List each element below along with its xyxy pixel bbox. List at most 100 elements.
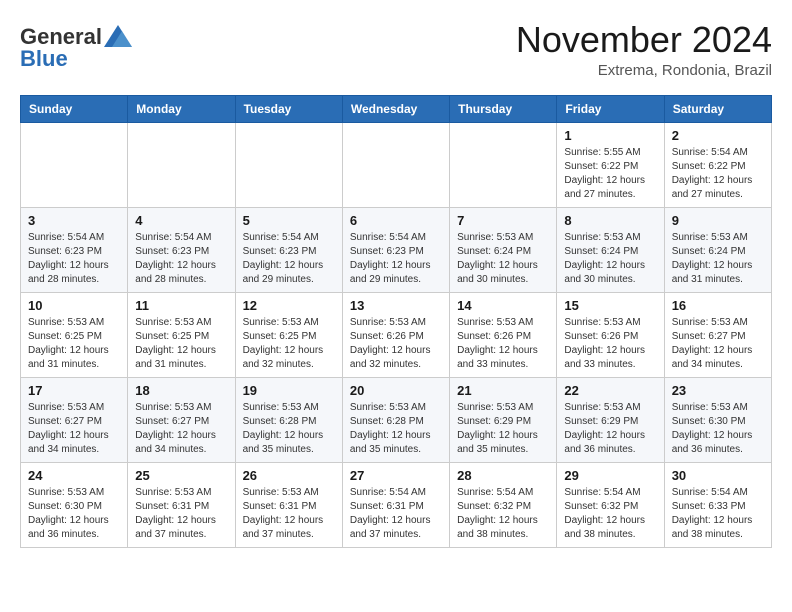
day-number: 20 [350,383,442,398]
day-info: Sunrise: 5:53 AM Sunset: 6:27 PM Dayligh… [672,316,764,372]
day-number: 15 [564,298,656,313]
day-number: 30 [672,468,764,483]
calendar-day-cell: 26 Sunrise: 5:53 AM Sunset: 6:31 PM Dayli… [235,462,342,547]
day-info: Sunrise: 5:53 AM Sunset: 6:29 PM Dayligh… [564,401,656,457]
title-area: November 2024 Extrema, Rondonia, Brazil [516,20,772,79]
day-number: 28 [457,468,549,483]
day-info: Sunrise: 5:53 AM Sunset: 6:26 PM Dayligh… [350,316,442,372]
day-number: 1 [564,128,656,143]
calendar-week-row: 17 Sunrise: 5:53 AM Sunset: 6:27 PM Dayli… [21,377,772,462]
day-number: 19 [243,383,335,398]
day-number: 6 [350,213,442,228]
day-info: Sunrise: 5:53 AM Sunset: 6:30 PM Dayligh… [672,401,764,457]
day-info: Sunrise: 5:53 AM Sunset: 6:29 PM Dayligh… [457,401,549,457]
month-title: November 2024 [516,20,772,60]
day-of-week-header: Sunday [21,95,128,122]
day-info: Sunrise: 5:53 AM Sunset: 6:31 PM Dayligh… [243,486,335,542]
day-info: Sunrise: 5:53 AM Sunset: 6:30 PM Dayligh… [28,486,120,542]
day-number: 2 [672,128,764,143]
day-info: Sunrise: 5:53 AM Sunset: 6:24 PM Dayligh… [457,231,549,287]
day-info: Sunrise: 5:54 AM Sunset: 6:23 PM Dayligh… [243,231,335,287]
calendar-week-row: 1Sunrise: 5:55 AM Sunset: 6:22 PM Daylig… [21,122,772,207]
calendar-day-cell: 27 Sunrise: 5:54 AM Sunset: 6:31 PM Dayli… [342,462,449,547]
calendar-day-cell: 7 Sunrise: 5:53 AM Sunset: 6:24 PM Daylig… [450,207,557,292]
calendar-day-cell: 25Sunrise: 5:53 AM Sunset: 6:31 PM Dayli… [128,462,235,547]
day-info: Sunrise: 5:54 AM Sunset: 6:31 PM Dayligh… [350,486,442,542]
day-number: 16 [672,298,764,313]
calendar-day-cell: 6Sunrise: 5:54 AM Sunset: 6:23 PM Daylig… [342,207,449,292]
day-info: Sunrise: 5:53 AM Sunset: 6:24 PM Dayligh… [564,231,656,287]
calendar-day-cell: 20 Sunrise: 5:53 AM Sunset: 6:28 PM Dayli… [342,377,449,462]
day-number: 27 [350,468,442,483]
calendar-day-cell: 24 Sunrise: 5:53 AM Sunset: 6:30 PM Dayli… [21,462,128,547]
day-info: Sunrise: 5:53 AM Sunset: 6:25 PM Dayligh… [28,316,120,372]
calendar-day-cell: 9Sunrise: 5:53 AM Sunset: 6:24 PM Daylig… [664,207,771,292]
day-number: 12 [243,298,335,313]
logo-icon [104,25,132,47]
calendar-day-cell: 12 Sunrise: 5:53 AM Sunset: 6:25 PM Dayli… [235,292,342,377]
day-number: 21 [457,383,549,398]
calendar-day-cell [450,122,557,207]
calendar-table: SundayMondayTuesdayWednesdayThursdayFrid… [20,95,772,548]
calendar-header: SundayMondayTuesdayWednesdayThursdayFrid… [21,95,772,122]
calendar-week-row: 10 Sunrise: 5:53 AM Sunset: 6:25 PM Dayli… [21,292,772,377]
calendar-day-cell [235,122,342,207]
day-of-week-header: Monday [128,95,235,122]
day-of-week-header: Thursday [450,95,557,122]
day-number: 23 [672,383,764,398]
day-number: 7 [457,213,549,228]
day-number: 17 [28,383,120,398]
day-number: 18 [135,383,227,398]
calendar-day-cell: 17Sunrise: 5:53 AM Sunset: 6:27 PM Dayli… [21,377,128,462]
logo: General Blue [20,20,132,72]
calendar-day-cell: 15 Sunrise: 5:53 AM Sunset: 6:26 PM Dayli… [557,292,664,377]
day-number: 3 [28,213,120,228]
calendar-day-cell: 2 Sunrise: 5:54 AM Sunset: 6:22 PM Daylig… [664,122,771,207]
day-number: 9 [672,213,764,228]
day-info: Sunrise: 5:53 AM Sunset: 6:28 PM Dayligh… [350,401,442,457]
calendar-day-cell: 10 Sunrise: 5:53 AM Sunset: 6:25 PM Dayli… [21,292,128,377]
day-info: Sunrise: 5:54 AM Sunset: 6:23 PM Dayligh… [135,231,227,287]
calendar-day-cell: 22 Sunrise: 5:53 AM Sunset: 6:29 PM Dayli… [557,377,664,462]
header: General Blue November 2024 Extrema, Rond… [20,20,772,79]
day-number: 29 [564,468,656,483]
location-subtitle: Extrema, Rondonia, Brazil [516,62,772,79]
calendar-day-cell: 11 Sunrise: 5:53 AM Sunset: 6:25 PM Dayli… [128,292,235,377]
calendar-day-cell: 19Sunrise: 5:53 AM Sunset: 6:28 PM Dayli… [235,377,342,462]
day-number: 14 [457,298,549,313]
calendar-day-cell [128,122,235,207]
day-number: 5 [243,213,335,228]
calendar-day-cell: 16 Sunrise: 5:53 AM Sunset: 6:27 PM Dayli… [664,292,771,377]
calendar-day-cell: 5 Sunrise: 5:54 AM Sunset: 6:23 PM Daylig… [235,207,342,292]
calendar-day-cell [342,122,449,207]
day-info: Sunrise: 5:53 AM Sunset: 6:26 PM Dayligh… [564,316,656,372]
calendar-day-cell: 29 Sunrise: 5:54 AM Sunset: 6:32 PM Dayli… [557,462,664,547]
day-number: 4 [135,213,227,228]
day-info: Sunrise: 5:54 AM Sunset: 6:33 PM Dayligh… [672,486,764,542]
day-info: Sunrise: 5:53 AM Sunset: 6:27 PM Dayligh… [135,401,227,457]
day-number: 22 [564,383,656,398]
calendar-day-cell: 18 Sunrise: 5:53 AM Sunset: 6:27 PM Dayli… [128,377,235,462]
day-info: Sunrise: 5:53 AM Sunset: 6:25 PM Dayligh… [135,316,227,372]
logo-blue-text: Blue [20,46,68,72]
day-header-row: SundayMondayTuesdayWednesdayThursdayFrid… [21,95,772,122]
day-info: Sunrise: 5:54 AM Sunset: 6:22 PM Dayligh… [672,146,764,202]
day-number: 8 [564,213,656,228]
day-number: 24 [28,468,120,483]
day-number: 26 [243,468,335,483]
day-info: Sunrise: 5:54 AM Sunset: 6:32 PM Dayligh… [564,486,656,542]
calendar-day-cell: 14Sunrise: 5:53 AM Sunset: 6:26 PM Dayli… [450,292,557,377]
day-number: 10 [28,298,120,313]
day-info: Sunrise: 5:53 AM Sunset: 6:31 PM Dayligh… [135,486,227,542]
day-of-week-header: Wednesday [342,95,449,122]
calendar-body: 1Sunrise: 5:55 AM Sunset: 6:22 PM Daylig… [21,122,772,547]
day-of-week-header: Tuesday [235,95,342,122]
day-number: 11 [135,298,227,313]
calendar-day-cell: 13 Sunrise: 5:53 AM Sunset: 6:26 PM Dayli… [342,292,449,377]
day-of-week-header: Friday [557,95,664,122]
day-number: 13 [350,298,442,313]
day-info: Sunrise: 5:53 AM Sunset: 6:25 PM Dayligh… [243,316,335,372]
day-info: Sunrise: 5:54 AM Sunset: 6:23 PM Dayligh… [28,231,120,287]
calendar-day-cell: 8 Sunrise: 5:53 AM Sunset: 6:24 PM Daylig… [557,207,664,292]
calendar-week-row: 3 Sunrise: 5:54 AM Sunset: 6:23 PM Daylig… [21,207,772,292]
